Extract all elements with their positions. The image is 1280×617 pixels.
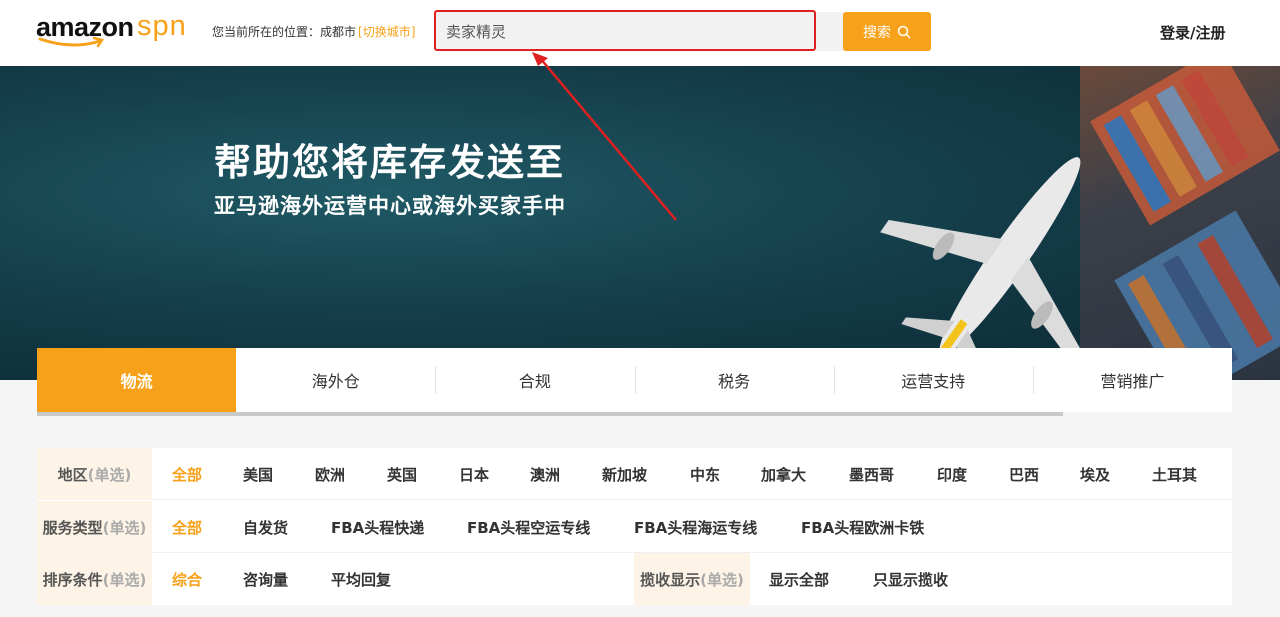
region-option-au[interactable]: 澳洲 xyxy=(530,448,560,500)
region-option-us[interactable]: 美国 xyxy=(243,448,273,500)
region-option-uk[interactable]: 英国 xyxy=(387,448,417,500)
region-option-sg[interactable]: 新加坡 xyxy=(602,448,647,500)
filter-label-pickup: 揽收显示 (单选) xyxy=(634,553,750,605)
region-option-in[interactable]: 印度 xyxy=(937,448,967,500)
tab-label: 合规 xyxy=(518,372,551,391)
region-option-tr[interactable]: 土耳其 xyxy=(1152,448,1197,500)
tab-divider xyxy=(1032,366,1034,394)
tab-divider xyxy=(833,366,835,394)
tab-divider xyxy=(435,366,437,394)
sort-option-inquiries[interactable]: 咨询量 xyxy=(243,553,288,605)
service-option-fba-express[interactable]: FBA头程快递 xyxy=(331,501,424,553)
filter-label-text: 地区 xyxy=(57,465,88,484)
filter-mode-text: (单选) xyxy=(700,570,744,589)
filter-label-service: 服务类型 (单选) xyxy=(37,501,152,553)
sort-option-overall[interactable]: 综合 xyxy=(172,553,202,605)
region-option-me[interactable]: 中东 xyxy=(690,448,720,500)
filter-row-service: 服务类型 (单选) 全部 自发货 FBA头程快递 FBA头程空运专线 FBA头程海… xyxy=(37,501,1232,553)
tabs-scrollbar[interactable] xyxy=(37,412,1063,416)
region-option-ca[interactable]: 加拿大 xyxy=(761,448,806,500)
filter-mode-text: (单选) xyxy=(102,518,147,537)
sort-option-avg-reply[interactable]: 平均回复 xyxy=(331,553,391,605)
tab-divider xyxy=(634,366,636,394)
tab-logistics[interactable]: 物流 xyxy=(37,348,237,412)
service-option-all[interactable]: 全部 xyxy=(172,501,202,553)
region-option-eg[interactable]: 埃及 xyxy=(1080,448,1110,500)
service-option-fba-rail[interactable]: FBA头程欧洲卡铁 xyxy=(801,501,924,553)
tab-overseas-warehouse[interactable]: 海外仓 xyxy=(236,348,435,412)
category-tabs: 物流 海外仓 合规 税务 运营支持 营销推广 xyxy=(37,348,1232,412)
filter-mode-text: (单选) xyxy=(87,465,132,484)
tab-marketing[interactable]: 营销推广 xyxy=(1032,348,1232,412)
region-option-eu[interactable]: 欧洲 xyxy=(315,448,345,500)
filter-mode-text: (单选) xyxy=(102,570,147,589)
pickup-option-show-all[interactable]: 显示全部 xyxy=(769,553,829,605)
region-option-all[interactable]: 全部 xyxy=(172,448,202,500)
tab-operations-support[interactable]: 运营支持 xyxy=(833,348,1033,412)
tab-label: 营销推广 xyxy=(1100,372,1165,391)
tab-label: 海外仓 xyxy=(311,372,360,391)
service-option-fba-sea[interactable]: FBA头程海运专线 xyxy=(634,501,757,553)
tab-tax[interactable]: 税务 xyxy=(634,348,834,412)
filter-label-text: 揽收显示 xyxy=(640,570,701,589)
region-option-mx[interactable]: 墨西哥 xyxy=(849,448,894,500)
region-option-br[interactable]: 巴西 xyxy=(1009,448,1039,500)
filter-label-sort: 排序条件 (单选) xyxy=(37,553,152,605)
tab-compliance[interactable]: 合规 xyxy=(435,348,634,412)
tab-label: 税务 xyxy=(718,372,751,391)
pickup-option-pickup-only[interactable]: 只显示揽收 xyxy=(873,553,948,605)
filter-row-sort: 排序条件 (单选) 综合 咨询量 平均回复 揽收显示 (单选) 显示全部 只显示揽收 xyxy=(37,553,1232,605)
filter-label-text: 服务类型 xyxy=(42,518,103,537)
filter-row-region: 地区 (单选) 全部 美国 欧洲 英国 日本 澳洲 新加坡 中东 加拿大 墨西哥 … xyxy=(37,448,1232,500)
filter-panel: 地区 (单选) 全部 美国 欧洲 英国 日本 澳洲 新加坡 中东 加拿大 墨西哥 … xyxy=(37,448,1232,605)
service-option-self-ship[interactable]: 自发货 xyxy=(243,501,288,553)
tab-label: 运营支持 xyxy=(901,372,966,391)
service-option-fba-air[interactable]: FBA头程空运专线 xyxy=(467,501,590,553)
region-option-jp[interactable]: 日本 xyxy=(459,448,489,500)
filter-label-text: 排序条件 xyxy=(42,570,103,589)
filter-label-region: 地区 (单选) xyxy=(37,448,152,500)
tab-label: 物流 xyxy=(120,372,153,391)
